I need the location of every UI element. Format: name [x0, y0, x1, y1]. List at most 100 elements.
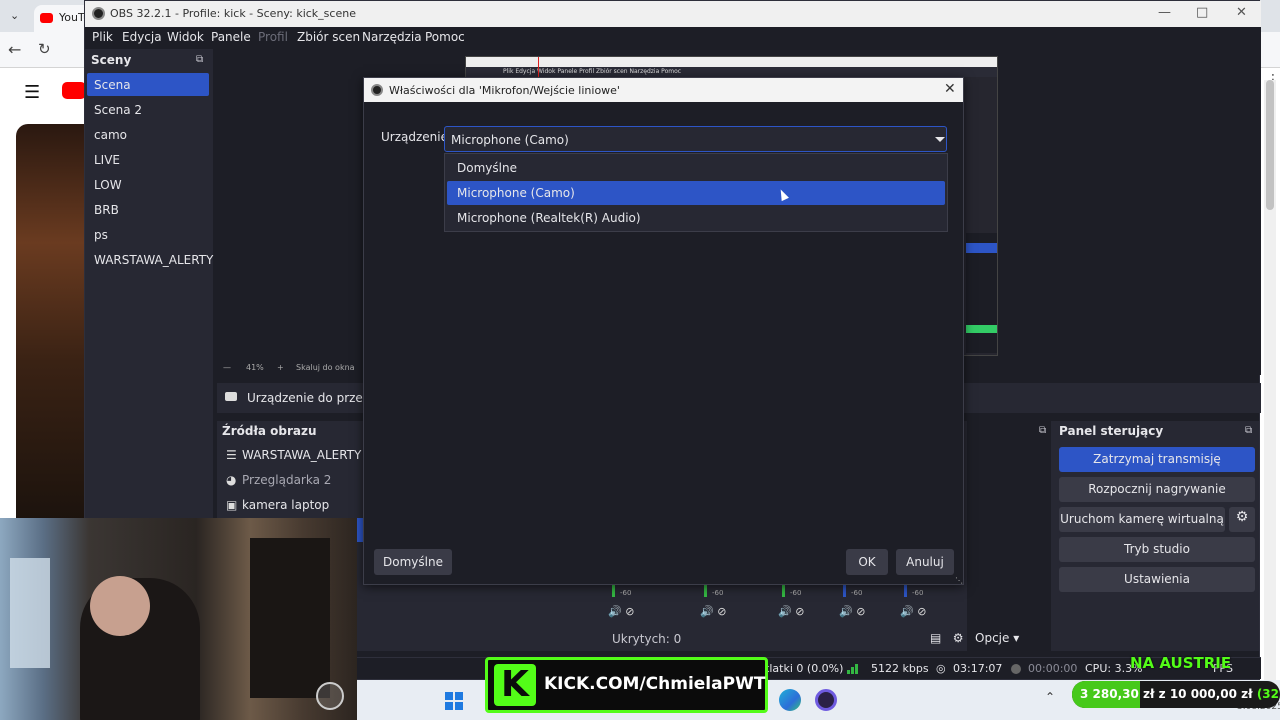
- zoom-in-icon[interactable]: +: [277, 363, 284, 372]
- menu-file[interactable]: Plik: [92, 30, 113, 44]
- scene-item[interactable]: BRB: [87, 198, 209, 221]
- scenes-dock: Sceny ⧉ Scena Scena 2 camo LIVE LOW BRB …: [85, 49, 213, 519]
- minimize-icon[interactable]: —: [1158, 5, 1171, 20]
- mixer-channel: -60 🔊 ⊘: [600, 581, 650, 621]
- cancel-button[interactable]: Anuluj: [896, 549, 954, 575]
- webcam-door: [250, 538, 330, 698]
- page-scrollbar[interactable]: [1264, 80, 1276, 680]
- obs-logo-icon: [92, 7, 105, 20]
- scene-item[interactable]: LOW: [87, 173, 209, 196]
- preview-nested-menu-text: Plik Edycja Widok Panele Profil Zbiór sc…: [503, 68, 682, 75]
- menu-edit[interactable]: Edycja: [122, 30, 162, 44]
- defaults-button[interactable]: Domyślne: [374, 549, 452, 575]
- device-option-selected[interactable]: Microphone (Camo): [447, 181, 945, 205]
- youtube-logo-icon[interactable]: [62, 82, 86, 99]
- mixer-channel: -60 🔊 ⊘: [831, 581, 881, 621]
- dialog-titlebar: Właściwości dla 'Mikrofon/Wejście liniow…: [364, 78, 963, 102]
- record-time: 00:00:00: [1028, 662, 1078, 675]
- scene-item[interactable]: ps: [87, 223, 209, 246]
- settings-icon[interactable]: ⚙: [953, 631, 964, 645]
- ok-button[interactable]: OK: [846, 549, 888, 575]
- kick-channel-url: KICK.COM/ChmielaPWT: [544, 674, 766, 694]
- undock-icon[interactable]: ⧉: [1039, 425, 1046, 436]
- arrow-left-icon[interactable]: ←: [8, 40, 21, 59]
- start-recording-button[interactable]: Rozpocznij nagrywanie: [1059, 477, 1255, 502]
- speaker-icon[interactable]: 🔊 ⊘: [608, 605, 634, 618]
- speaker-icon[interactable]: 🔊 ⊘: [778, 605, 804, 618]
- kick-banner: K KICK.COM/ChmielaPWT: [485, 657, 768, 713]
- scene-item[interactable]: camo: [87, 123, 209, 146]
- settings-button[interactable]: Ustawienia: [1059, 567, 1255, 592]
- source-row[interactable]: ▣ kamera laptop: [217, 493, 367, 517]
- device-select[interactable]: Microphone (Camo): [444, 126, 947, 152]
- device-option[interactable]: Domyślne: [447, 156, 945, 180]
- fit-to-window-button[interactable]: Skaluj do okna: [296, 363, 355, 372]
- stream-time: 03:17:07: [953, 662, 1003, 675]
- windows-start-icon[interactable]: [445, 692, 463, 710]
- meter-scale-label: -60: [912, 589, 924, 597]
- source-row[interactable]: ◕ Przeglądarka 2: [217, 468, 367, 492]
- undock-icon[interactable]: ⧉: [1245, 425, 1252, 436]
- source-label: WARSTAWA_ALERTY: [242, 448, 362, 462]
- menu-docks[interactable]: Panele: [211, 30, 251, 44]
- scrollbar-thumb[interactable]: [1266, 80, 1274, 210]
- obs-logo-icon: [371, 84, 383, 96]
- volume-meter: [704, 585, 707, 597]
- close-icon[interactable]: ✕: [944, 81, 956, 97]
- stop-streaming-button[interactable]: Zatrzymaj transmisję: [1059, 447, 1255, 472]
- chevron-down-icon[interactable]: [935, 137, 945, 142]
- webcam-head: [90, 576, 150, 636]
- resize-grip-icon[interactable]: ⋱: [955, 576, 963, 585]
- app-icon[interactable]: [815, 689, 837, 711]
- controls-dock: Panel sterujący ⧉ Zatrzymaj transmisję R…: [1051, 421, 1259, 651]
- maximize-icon[interactable]: □: [1196, 5, 1208, 20]
- volume-meter: [782, 585, 785, 597]
- controls-title: Panel sterujący: [1059, 424, 1164, 438]
- scene-item[interactable]: WARSTAWA_ALERTY: [87, 248, 213, 271]
- source-row[interactable]: ☰ WARSTAWA_ALERTY: [217, 443, 367, 467]
- dialog-title: Właściwości dla 'Mikrofon/Wejście liniow…: [389, 84, 620, 97]
- studio-mode-button[interactable]: Tryb studio: [1059, 537, 1255, 562]
- volume-meter: [843, 585, 846, 597]
- speaker-icon[interactable]: 🔊 ⊘: [900, 605, 926, 618]
- menu-tools[interactable]: Narzędzia: [362, 30, 422, 44]
- device-option[interactable]: Microphone (Realtek(R) Audio): [447, 206, 945, 230]
- scenes-title: Sceny: [91, 53, 132, 67]
- video-thumbnail[interactable]: [16, 124, 86, 520]
- mixer-channel: -60 🔊 ⊘: [770, 581, 820, 621]
- preview-nested-highlight: [966, 243, 997, 253]
- device-dropdown-list: Domyślne Microphone (Camo) Microphone (R…: [444, 153, 948, 232]
- options-button[interactable]: Opcje: [975, 631, 1009, 645]
- menu-help[interactable]: Pomoc: [425, 30, 465, 44]
- zoom-out-icon[interactable]: —: [223, 363, 231, 372]
- close-icon[interactable]: ✕: [1236, 5, 1247, 20]
- preview-nested-goal: [966, 325, 997, 333]
- chevron-up-icon[interactable]: ⌃: [1045, 690, 1055, 704]
- goal-separator: z: [1158, 687, 1166, 701]
- globe-icon: ◕: [226, 473, 237, 487]
- volume-meter: [612, 585, 615, 597]
- menu-view[interactable]: Widok: [167, 30, 204, 44]
- start-virtual-camera-button[interactable]: Uruchom kamerę wirtualną: [1059, 507, 1225, 532]
- webcam-overlay: [0, 518, 357, 720]
- speaker-icon[interactable]: 🔊 ⊘: [700, 605, 726, 618]
- menu-scene-collection[interactable]: Zbiór scen: [297, 30, 360, 44]
- layout-icon[interactable]: ▤: [930, 631, 941, 645]
- hamburger-menu-icon[interactable]: ☰: [24, 82, 40, 103]
- sources-title: Źródła obrazu: [222, 424, 317, 438]
- goal-target: 10 000,00 zł: [1169, 687, 1253, 701]
- youtube-logo-icon: [40, 13, 53, 23]
- undock-icon[interactable]: ⧉: [196, 54, 203, 65]
- edge-browser-icon[interactable]: [779, 689, 801, 711]
- volume-meter: [904, 585, 907, 597]
- scene-item[interactable]: Scena 2: [87, 98, 209, 121]
- gear-icon[interactable]: ⚙: [1229, 507, 1255, 532]
- speaker-icon[interactable]: 🔊 ⊘: [839, 605, 865, 618]
- scene-item[interactable]: LIVE: [87, 148, 209, 171]
- reload-icon[interactable]: ↻: [38, 40, 51, 58]
- webcam-badge-icon: [316, 682, 344, 710]
- scene-item[interactable]: Scena: [87, 73, 209, 96]
- menu-profile[interactable]: Profil: [258, 30, 288, 44]
- chevron-down-icon[interactable]: ⌄: [10, 9, 19, 22]
- caret-down-icon[interactable]: ▾: [1013, 631, 1019, 645]
